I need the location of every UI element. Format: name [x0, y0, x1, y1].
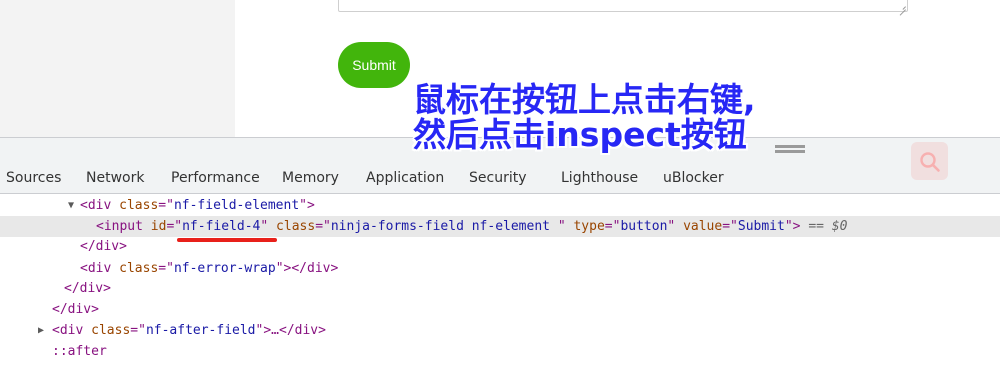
collapsed-ellipsis: …	[271, 323, 279, 338]
dom-attr-value: ninja-forms-field nf-element	[330, 219, 558, 234]
expand-triangle-icon[interactable]: ▼	[68, 195, 74, 216]
dom-tag: div	[87, 261, 112, 276]
annotation-line-2: 然后点击inspect按钮	[413, 115, 747, 154]
page-left-gutter	[0, 0, 235, 137]
tab-security[interactable]: Security	[469, 163, 527, 193]
pseudo-element: ::after	[52, 344, 107, 359]
dom-node-close-div[interactable]: </div>	[0, 236, 1000, 257]
search-icon[interactable]	[911, 142, 948, 180]
dom-close-tag: </div>	[279, 323, 326, 338]
dom-attr-name: value	[683, 219, 723, 234]
dom-attr-name: class	[119, 261, 159, 276]
devtools-tab-bar: Sources Network Performance Memory Appli…	[0, 163, 1000, 194]
dom-attr-name: class	[276, 219, 316, 234]
annotation-line-1: 鼠标在按钮上点击右键,	[413, 80, 756, 119]
dom-attr-value: nf-error-wrap	[173, 261, 276, 276]
dom-close-tag: </div>	[52, 302, 99, 317]
expand-triangle-icon[interactable]: ▶	[38, 320, 44, 341]
tab-network[interactable]: Network	[86, 163, 144, 193]
message-textarea[interactable]	[338, 0, 908, 12]
resize-grip-icon[interactable]	[900, 4, 906, 10]
dom-node-after-pseudo[interactable]: ::after	[0, 341, 1000, 362]
tab-sources[interactable]: Sources	[6, 163, 61, 193]
tab-ublocker[interactable]: uBlocker	[663, 163, 724, 193]
dom-node-after-field[interactable]: ▶ <div class="nf-after-field">…</div>	[0, 320, 1000, 341]
dom-attr-name: id	[150, 219, 167, 234]
dom-attr-name: type	[573, 219, 605, 234]
dom-node-field-element[interactable]: ▼ <div class="nf-field-element">	[0, 195, 1000, 216]
tab-memory[interactable]: Memory	[282, 163, 339, 193]
dom-close-tag: </div>	[64, 281, 111, 296]
dom-tag: div	[59, 323, 84, 338]
tab-application[interactable]: Application	[366, 163, 444, 193]
id-highlight-underline	[177, 238, 277, 242]
tab-performance[interactable]: Performance	[171, 163, 260, 193]
dom-attr-name: class	[119, 198, 159, 213]
dom-tag: input	[103, 219, 143, 234]
dom-node-submit-input[interactable]: <input id="nf-field-4" class="ninja-form…	[0, 216, 1000, 237]
dom-attr-value-id: nf-field-4	[182, 219, 261, 234]
dom-attr-value: nf-after-field	[145, 323, 256, 338]
dom-close-tag: </div>	[80, 239, 127, 254]
tab-lighthouse[interactable]: Lighthouse	[561, 163, 638, 193]
dom-attr-value: nf-field-element	[173, 198, 300, 213]
dom-attr-value: button	[620, 219, 668, 234]
magnifier-glyph	[920, 152, 940, 172]
dom-node-error-wrap[interactable]: <div class="nf-error-wrap"></div>	[0, 258, 1000, 279]
dom-close-tag: </div>	[291, 261, 339, 276]
dom-attr-name: class	[91, 323, 131, 338]
dom-attr-value: Submit	[737, 219, 785, 234]
dom-node-close-div[interactable]: </div>	[0, 299, 1000, 320]
dom-node-close-div[interactable]: </div>	[0, 278, 1000, 299]
submit-button[interactable]: Submit	[338, 42, 410, 88]
dom-tag: div	[87, 198, 112, 213]
selected-node-marker: == $0	[800, 219, 848, 234]
drag-handle-icon[interactable]	[775, 145, 805, 153]
